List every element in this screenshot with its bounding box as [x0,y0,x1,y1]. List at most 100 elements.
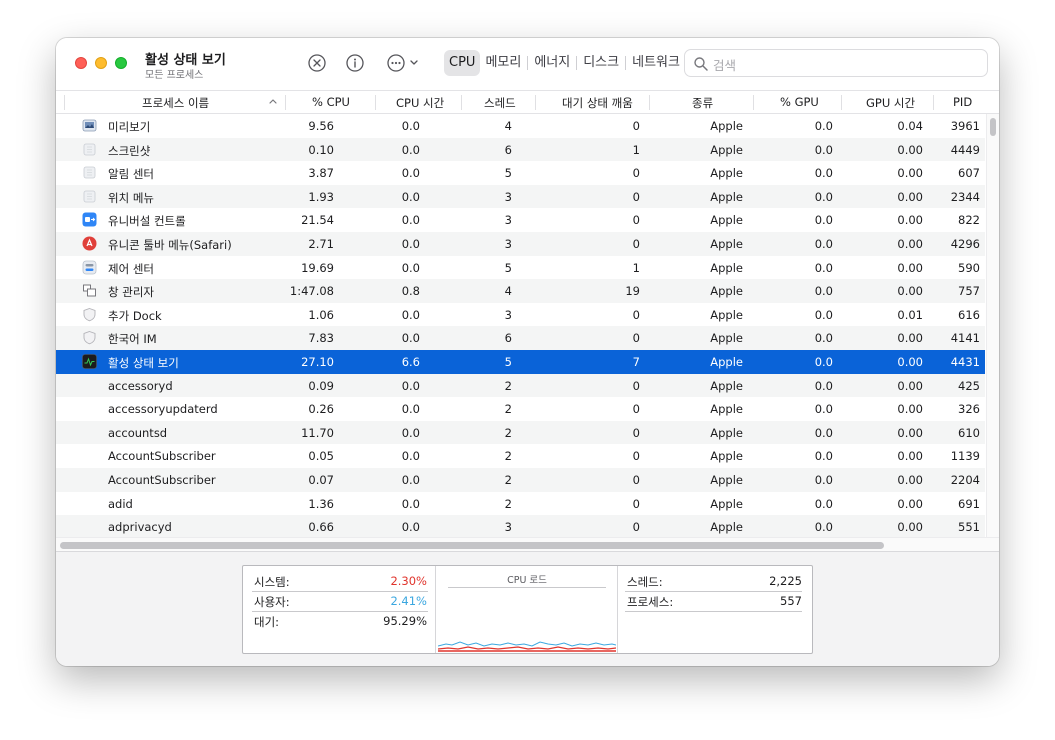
column-header-cpu-percent[interactable]: % CPU [312,95,350,109]
tab-network[interactable]: 네트워크 [627,50,685,76]
table-row[interactable]: 창 관리자 0.8 1:47.08 4 19 Apple 0.0 0.00 757 [56,279,985,303]
table-row[interactable]: 미리보기 0.0 9.56 4 0 Apple 0.0 0.04 3961 [56,114,985,138]
cell-cpu-percent: 0.0 [401,166,420,181]
cell-gpu-time: 0.00 [897,520,923,535]
cell-gpu-time: 0.00 [897,189,923,204]
search-input[interactable]: 검색 [684,49,988,77]
window-subtitle: 모든 프로세스 [145,70,204,81]
cell-pid: 616 [958,307,980,322]
vertical-scroll-thumb[interactable] [990,118,996,136]
window-manager-icon [82,283,97,298]
table-row[interactable]: 스크린샷 0.0 0.10 6 1 Apple 0.0 0.00 4449 [56,137,985,162]
cell-threads: 3 [504,189,512,204]
table-row[interactable]: accountsd 0.0 11.70 2 0 Apple 0.0 0.00 610 [56,420,985,445]
column-header-idle-wakeups[interactable]: 대기 상태 깨움 [562,95,633,111]
divider [252,591,428,592]
cell-idle-wakeups: 0 [632,449,640,464]
cell-idle-wakeups: 0 [632,378,640,393]
shield-icon [82,307,97,322]
cell-pid: 2344 [950,189,980,204]
cell-gpu-time: 0.00 [897,378,923,393]
cell-idle-wakeups: 0 [632,307,640,322]
column-header-process-name[interactable]: 프로세스 이름 [142,95,209,111]
cell-cpu-time: 0.26 [308,402,334,417]
column-header-gpu-time[interactable]: GPU 시간 [866,95,915,111]
zoom-window-button[interactable] [115,57,127,69]
cell-pid: 326 [958,402,980,417]
table-row[interactable]: 유니버설 컨트롤 0.0 21.54 3 0 Apple 0.0 0.00 822 [56,208,985,232]
cell-gpu-time: 0.00 [897,472,923,487]
cell-idle-wakeups: 0 [632,425,640,440]
generic-app-icon [82,142,97,157]
cell-cpu-percent: 0.0 [401,402,420,417]
column-header-gpu-percent[interactable]: % GPU [780,95,819,109]
cell-cpu-time: 7.83 [308,331,334,346]
user-label: 사용자: [254,595,290,609]
cell-cpu-percent: 6.6 [401,354,420,369]
sort-ascending-icon[interactable] [268,95,278,112]
table-row[interactable]: AccountSubscriber 0.0 0.05 2 0 Apple 0.0 0.00 11… [56,444,985,468]
cell-process-name: 미리보기 [108,120,151,134]
cell-cpu-percent: 0.0 [401,496,420,511]
cell-idle-wakeups: 0 [632,402,640,417]
column-header-cpu-time[interactable]: CPU 시간 [396,95,444,111]
cell-pid: 4449 [950,142,980,157]
cell-kind: Apple [710,331,743,346]
stop-process-icon[interactable] [307,53,327,73]
info-icon[interactable] [345,53,365,73]
table-row[interactable]: 추가 Dock 0.0 1.06 3 0 Apple 0.0 0.01 616 [56,303,985,327]
cell-cpu-percent: 0.0 [401,425,420,440]
column-separator [535,95,536,110]
table-row[interactable]: 한국어 IM 0.0 7.83 6 0 Apple 0.0 0.00 4141 [56,326,985,350]
cell-process-name: adid [108,496,133,511]
column-header-pid[interactable]: PID [953,95,972,109]
close-window-button[interactable] [75,57,87,69]
cell-gpu-time: 0.00 [897,284,923,299]
threads-value: 2,225 [769,574,802,588]
toolbar: 활성 상태 보기 모든 프로세스 CPU 메모리 에너지 디스크 네트워크 검색 [56,38,999,90]
table-row[interactable]: adprivacyd 0.0 0.66 3 0 Apple 0.0 0.00 551 [56,515,985,537]
cell-idle-wakeups: 0 [632,236,640,251]
tab-cpu[interactable]: CPU [444,50,481,76]
table-row[interactable]: 제어 센터 0.0 19.69 5 1 Apple 0.0 0.00 590 [56,256,985,280]
cell-kind: Apple [710,236,743,251]
cell-gpu-percent: 0.0 [814,449,833,464]
cell-threads: 2 [504,402,512,417]
cell-gpu-percent: 0.0 [814,236,833,251]
column-header-threads[interactable]: 스레드 [484,95,516,111]
horizontal-scrollbar[interactable] [56,537,999,551]
cell-gpu-percent: 0.0 [814,260,833,275]
minimize-window-button[interactable] [95,57,107,69]
table-row[interactable]: 알림 센터 0.0 3.87 5 0 Apple 0.0 0.00 607 [56,161,985,185]
vertical-scrollbar[interactable] [986,114,999,537]
cell-cpu-time: 0.05 [308,449,334,464]
cell-pid: 610 [958,425,980,440]
more-actions-icon[interactable] [386,53,422,73]
cell-kind: Apple [710,520,743,535]
table-row[interactable]: 위치 메뉴 0.0 1.93 3 0 Apple 0.0 0.00 2344 [56,184,985,209]
cell-process-name: accountsd [108,425,168,440]
column-header-kind[interactable]: 종류 [692,95,713,111]
table-row[interactable]: accessoryd 0.0 0.09 2 0 Apple 0.0 0.00 425 [56,373,985,398]
cell-kind: Apple [710,119,743,133]
cell-cpu-time: 21.54 [301,213,334,228]
table-row[interactable]: adid 0.0 1.36 2 0 Apple 0.0 0.00 691 [56,492,985,516]
tab-disk[interactable]: 디스크 [578,50,624,76]
cell-kind: Apple [710,166,743,181]
cell-gpu-percent: 0.0 [814,354,833,369]
table-row[interactable]: accessoryupdaterd 0.0 0.26 2 0 Apple 0.0 0.00 32… [56,397,985,421]
table-row-selected[interactable]: 활성 상태 보기 6.6 27.10 5 7 Apple 0.0 0.00 4431 [56,349,985,374]
cell-idle-wakeups: 0 [632,189,640,204]
cell-gpu-percent: 0.0 [814,189,833,204]
cell-idle-wakeups: 7 [632,354,640,369]
idle-label: 대기: [254,615,280,629]
table-row[interactable]: AccountSubscriber 0.0 0.07 2 0 Apple 0.0 0.00 22… [56,467,985,492]
cell-gpu-percent: 0.0 [814,425,833,440]
tab-memory[interactable]: 메모리 [480,50,526,76]
horizontal-scroll-thumb[interactable] [60,542,884,549]
tab-energy[interactable]: 에너지 [529,50,575,76]
cell-idle-wakeups: 0 [632,119,640,133]
cell-kind: Apple [710,260,743,275]
cell-cpu-percent: 0.0 [401,307,420,322]
table-row[interactable]: 유니콘 툴바 메뉴(Safari) 0.0 2.71 3 0 Apple 0.0 0.00 42… [56,231,985,256]
